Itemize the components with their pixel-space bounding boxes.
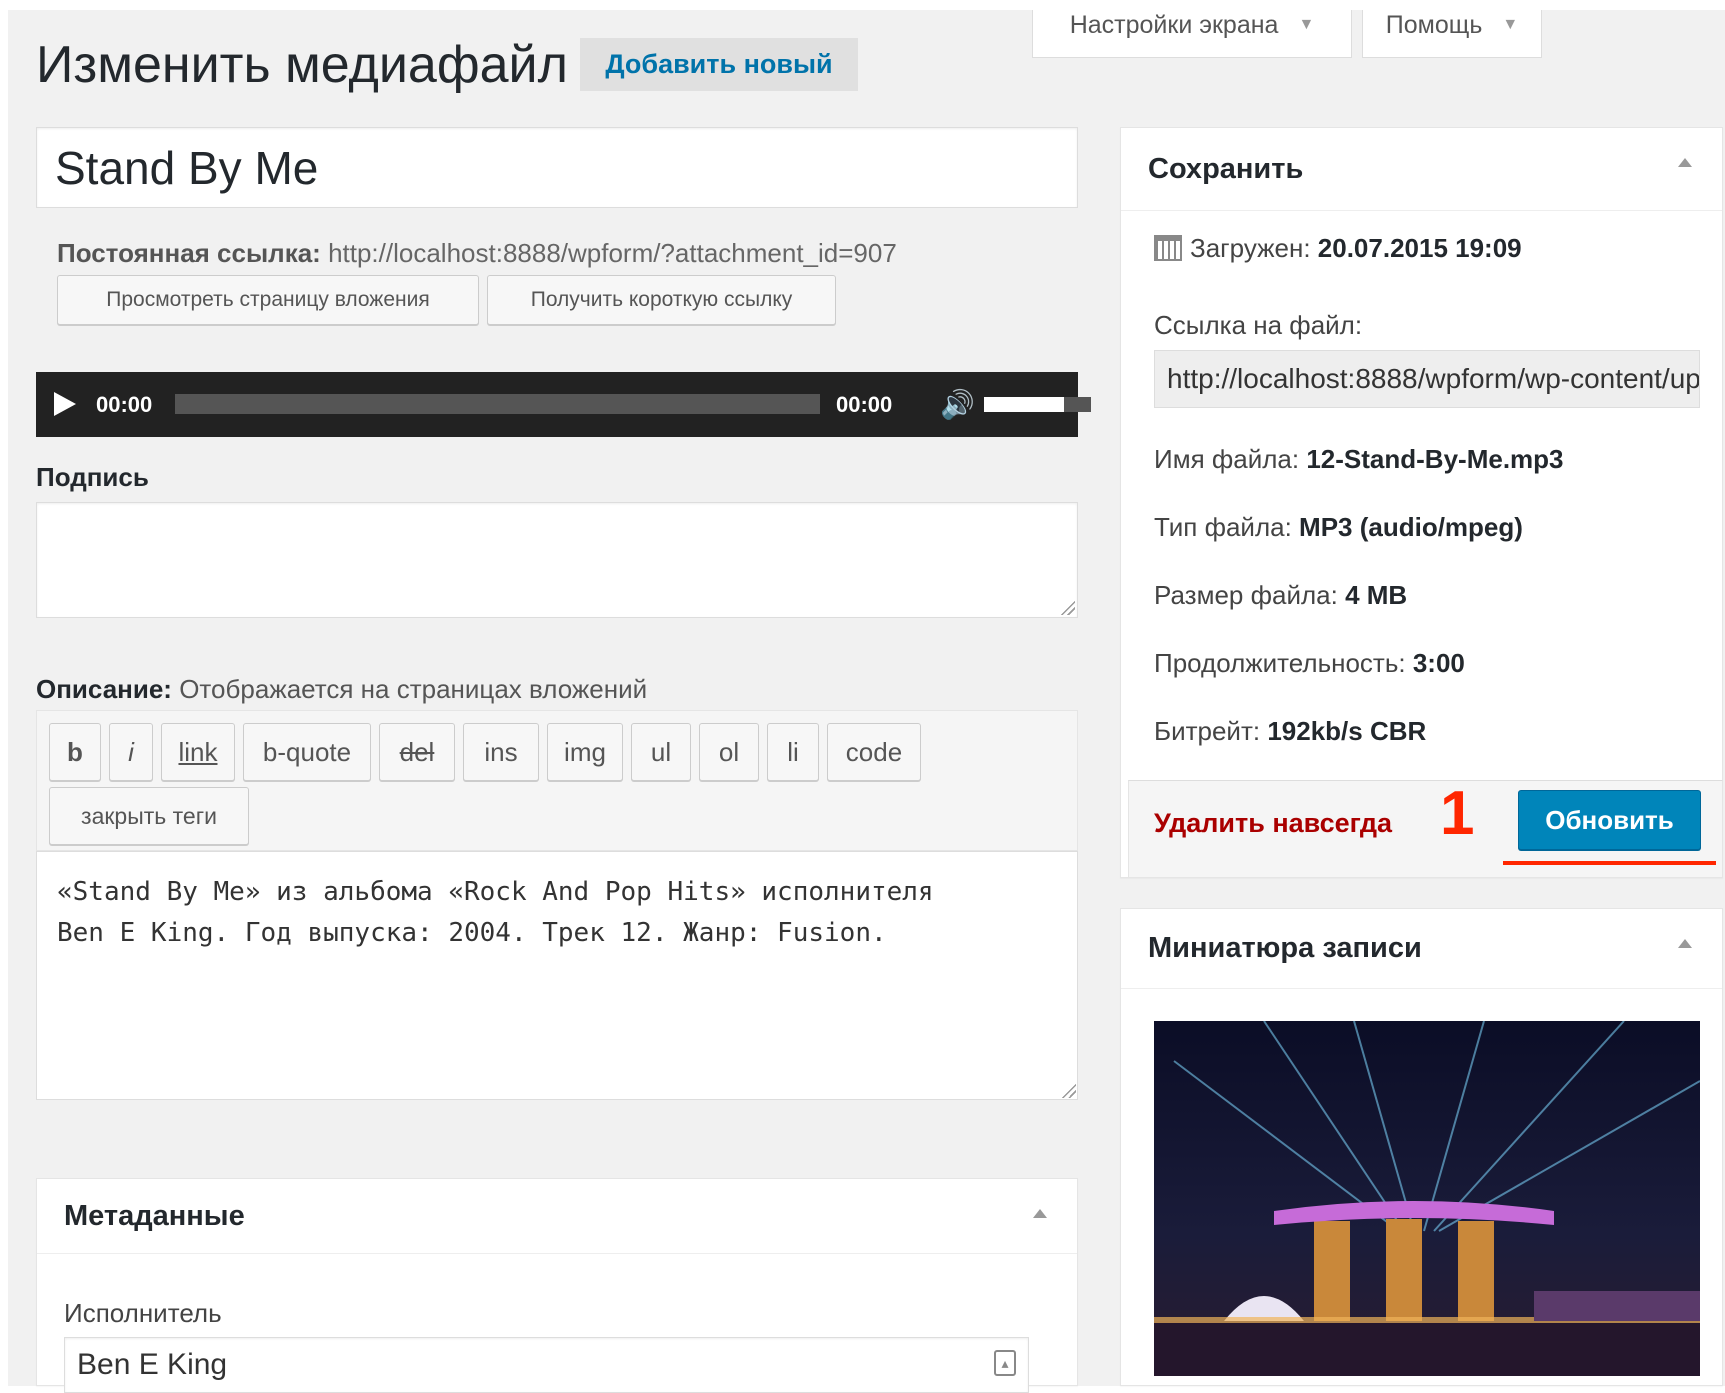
permalink-url[interactable]: http://localhost:8888/wpform/?attachment… [328,238,897,268]
collapse-arrow-icon[interactable] [1033,1209,1047,1218]
uploaded-label: Загружен: [1190,233,1311,263]
file-name: Имя файла: 12-Stand-By-Me.mp3 [1154,444,1564,475]
help-tab[interactable]: Помощь ▼ [1362,10,1542,58]
title-input[interactable] [36,127,1078,208]
add-new-button[interactable]: Добавить новый [580,38,858,91]
length-value: 3:00 [1412,648,1465,678]
uploaded-on: Загружен: 20.07.2015 19:09 [1154,233,1522,264]
qt-img-button[interactable]: img [547,723,623,781]
duration: 00:00 [836,392,893,417]
length-label: Продолжительность: [1154,648,1406,678]
contact-card-icon[interactable]: ▴ [994,1350,1016,1376]
qt-li-button[interactable]: li [767,723,819,781]
file-name-value: 12-Stand-By-Me.mp3 [1306,444,1564,474]
featured-image[interactable] [1154,1021,1700,1376]
get-shortlink-button[interactable]: Получить короткую ссылку [487,275,836,325]
description-label-text: Описание: [36,674,172,704]
description-label: Описание: Отображается на страницах влож… [36,674,647,705]
file-url-field[interactable]: http://localhost:8888/wpform/wp-content/… [1154,350,1700,408]
qt-ul-button[interactable]: ul [631,723,691,781]
bitrate-value: 192kb/s CBR [1267,716,1427,746]
uploaded-value: 20.07.2015 19:09 [1317,233,1522,263]
chevron-down-icon: ▼ [1298,16,1315,33]
volume-level [984,397,1065,412]
qt-bold-button[interactable]: b [49,723,101,781]
featured-image-picture [1154,1021,1700,1376]
metadata-box-title[interactable]: Метаданные [37,1179,1077,1254]
file-size: Размер файла: 4 MB [1154,580,1407,611]
view-attachment-button[interactable]: Просмотреть страницу вложения [57,275,479,325]
artist-input[interactable]: Ben E King ▴ [64,1337,1029,1393]
resize-handle-icon[interactable] [1060,1082,1076,1098]
update-button[interactable]: Обновить [1518,790,1701,850]
artist-label: Исполнитель [64,1298,222,1328]
qt-ins-button[interactable]: ins [463,723,539,781]
qt-italic-button[interactable]: i [109,723,153,781]
chevron-down-icon: ▼ [1502,16,1519,33]
description-textarea[interactable]: «Stand By Me» из альбома «Rock And Pop H… [36,851,1078,1100]
file-type-value: MP3 (audio/mpeg) [1299,512,1523,542]
save-box-title-text: Сохранить [1148,152,1304,185]
collapse-arrow-icon[interactable] [1678,158,1692,167]
annotation-underline [1503,861,1716,865]
audio-player: 00:00 00:00 🔊 [36,372,1091,437]
bitrate-label: Битрейт: [1154,716,1261,746]
qt-blockquote-button[interactable]: b-quote [243,723,371,781]
volume-icon[interactable]: 🔊 [940,388,975,421]
page: Настройки экрана ▼ Помощь ▼ Изменить мед… [8,10,1725,1393]
file-size-value: 4 MB [1345,580,1408,610]
file-url-label: Ссылка на файл: [1154,310,1363,340]
permalink-label: Постоянная ссылка: [57,238,321,268]
qt-ol-button[interactable]: ol [699,723,759,781]
audio-progress-track[interactable] [175,394,820,414]
volume-slider[interactable] [984,397,1091,412]
screen-options-label: Настройки экрана [1069,11,1279,39]
qt-close-tags-button[interactable]: закрыть теги [49,787,249,845]
play-icon[interactable] [54,392,76,416]
caption-label: Подпись [36,462,149,492]
thumbnail-box-title[interactable]: Миниатюра записи [1121,909,1722,989]
screen-options-tab[interactable]: Настройки экрана ▼ [1032,10,1352,58]
description-hint: Отображается на страницах вложений [179,674,648,704]
current-time: 00:00 [96,392,153,417]
metadata-box: Метаданные Исполнитель Ben E King ▴ [36,1178,1078,1393]
length: Продолжительность: 3:00 [1154,648,1465,679]
collapse-arrow-icon[interactable] [1678,939,1692,948]
qt-del-button[interactable]: del [379,723,455,781]
qt-code-button[interactable]: code [827,723,921,781]
permalink: Постоянная ссылка: http://localhost:8888… [57,238,897,269]
file-size-label: Размер файла: [1154,580,1338,610]
file-type-label: Тип файла: [1154,512,1292,542]
help-label: Помощь [1385,11,1483,39]
page-title: Изменить медиафайл [36,36,568,94]
file-name-label: Имя файла: [1154,444,1300,474]
artist-value: Ben E King [77,1348,228,1381]
annotation-number: 1 [1440,779,1475,848]
resize-handle-icon[interactable] [1059,599,1075,615]
quicktags-toolbar: b i link b-quote del ins img ul ol li co… [36,710,1078,851]
qt-link-button[interactable]: link [161,723,235,781]
bitrate: Битрейт: 192kb/s CBR [1154,716,1426,747]
calendar-icon [1154,235,1182,261]
metadata-box-title-text: Метаданные [64,1199,245,1232]
file-type: Тип файла: MP3 (audio/mpeg) [1154,512,1523,543]
delete-permanently-link[interactable]: Удалить навсегда [1154,808,1392,839]
caption-textarea[interactable] [36,502,1078,618]
save-box-title[interactable]: Сохранить [1121,128,1722,211]
thumbnail-box-title-text: Миниатюра записи [1148,932,1422,964]
